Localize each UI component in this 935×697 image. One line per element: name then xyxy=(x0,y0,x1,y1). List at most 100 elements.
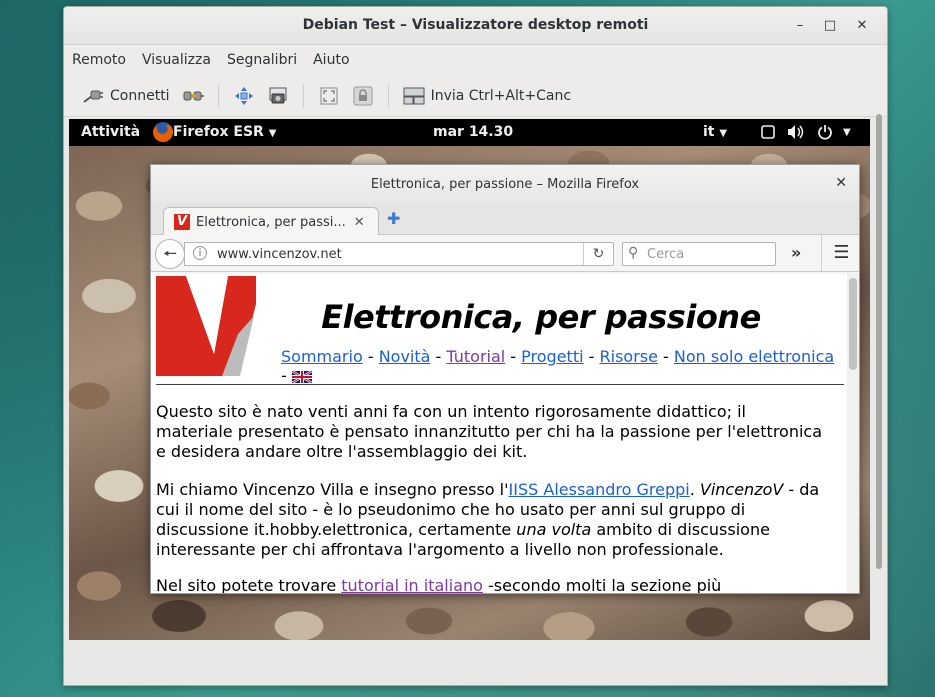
remote-screen[interactable]: Attività Firefox ESR ▼ mar 14.30 it ▼ ▼ … xyxy=(69,119,870,640)
viewer-menubar: Remoto Visualizza Segnalibri Aiuto xyxy=(64,45,887,75)
nav-link-progetti[interactable]: Progetti xyxy=(521,347,583,366)
maximize-icon[interactable]: □ xyxy=(820,16,840,36)
nav-link-risorse[interactable]: Risorse xyxy=(600,347,658,366)
nav-separator: - xyxy=(362,347,379,366)
nav-link-novita[interactable]: Novità xyxy=(379,347,431,366)
page-title: Elettronica, per passione xyxy=(321,298,761,336)
new-tab-icon[interactable]: ✚ xyxy=(387,209,400,228)
unplug-icon xyxy=(182,85,204,107)
app-menu-button[interactable]: Firefox ESR ▼ xyxy=(173,124,276,140)
hamburger-menu-icon[interactable]: ☰ xyxy=(821,235,859,272)
web-page-content[interactable]: Elettronica, per passione Sommario - Nov… xyxy=(151,274,849,594)
contents-paragraph: Nel sito potete trovare tutorial in ital… xyxy=(156,576,826,594)
grab-keys-button[interactable] xyxy=(346,81,380,111)
firefox-window: Elettronica, per passione – Mozilla Fire… xyxy=(150,164,860,594)
intro-paragraph: Questo sito è nato venti anni fa con un … xyxy=(156,402,823,461)
back-button[interactable]: 🠔 xyxy=(155,239,185,269)
url-value: www.vincenzov.net xyxy=(217,247,342,262)
tab-active[interactable]: V Elettronica, per passi... ✕ xyxy=(163,207,379,236)
keyboard-icon xyxy=(403,85,425,107)
minimize-icon[interactable]: – xyxy=(790,16,810,36)
page-scrollbar[interactable] xyxy=(847,274,859,593)
nav-link-sommario[interactable]: Sommario xyxy=(281,347,363,366)
viewer-scrollbar-thumb[interactable] xyxy=(876,114,882,569)
about-paragraph: Mi chiamo Vincenzo Villa e insegno press… xyxy=(156,480,826,560)
viewer-title: Debian Test – Visualizzatore desktop rem… xyxy=(302,17,649,33)
contents-text-1: Nel sito potete trovare xyxy=(156,576,342,594)
connect-button[interactable]: Connetti xyxy=(76,81,176,111)
close-icon[interactable]: ✕ xyxy=(852,16,872,36)
firefox-window-title: Elettronica, per passione – Mozilla Fire… xyxy=(370,177,640,192)
toolbar-separator xyxy=(217,83,219,108)
menu-remoto[interactable]: Remoto xyxy=(72,52,126,68)
page-scrollbar-thumb[interactable] xyxy=(849,278,857,370)
camera-icon xyxy=(267,85,289,107)
school-link[interactable]: IISS Alessandro Greppi xyxy=(509,480,690,499)
remote-viewer-window: Debian Test – Visualizzatore desktop rem… xyxy=(63,6,888,686)
window-icon[interactable] xyxy=(761,125,775,143)
send-keys-button[interactable]: Invia Ctrl+Alt+Canc xyxy=(397,81,577,111)
input-source-button[interactable]: it ▼ xyxy=(703,124,727,140)
close-icon[interactable]: ✕ xyxy=(835,175,847,191)
site-navigation: Sommario - Novità - Tutorial - Progetti … xyxy=(281,347,841,387)
search-icon: ⚲ xyxy=(628,245,639,261)
reload-icon[interactable]: ↻ xyxy=(583,243,613,265)
fullscreen-icon xyxy=(318,85,340,107)
favicon-icon: V xyxy=(174,214,190,230)
about-italic-2: una volta xyxy=(516,520,592,539)
overflow-chevron-icon[interactable]: » xyxy=(791,243,801,262)
viewer-scrollbar[interactable] xyxy=(874,112,884,572)
navigation-bar: i www.vincenzov.net ↻ 🠔 ⚲ Cerca » ☰ xyxy=(151,235,859,272)
chevron-down-icon[interactable]: ▼ xyxy=(843,127,851,138)
input-language: it xyxy=(703,124,715,140)
url-bar[interactable]: i www.vincenzov.net ↻ xyxy=(184,242,614,266)
about-text-1: Mi chiamo Vincenzo Villa e insegno press… xyxy=(156,480,509,499)
scroll-mode-button[interactable] xyxy=(227,81,261,111)
nav-link-tutorial[interactable]: Tutorial xyxy=(446,347,505,366)
tab-close-icon[interactable]: ✕ xyxy=(354,215,365,230)
move-arrows-icon xyxy=(233,85,255,107)
nav-separator: - xyxy=(281,366,292,385)
nav-link-non-solo-elettronica[interactable]: Non solo elettronica xyxy=(674,347,834,366)
app-menu-label: Firefox ESR xyxy=(173,124,264,140)
viewer-toolbar: Connetti Invia Ctrl+Alt+Canc xyxy=(64,75,887,117)
clock[interactable]: mar 14.30 xyxy=(433,124,513,140)
gnome-top-bar: Attività Firefox ESR ▼ mar 14.30 it ▼ ▼ xyxy=(69,119,870,146)
toolbar-separator xyxy=(302,83,304,108)
info-icon[interactable]: i xyxy=(193,246,207,260)
arrow-left-icon: 🠔 xyxy=(162,244,177,263)
screenshot-button[interactable] xyxy=(261,81,295,111)
activities-button[interactable]: Attività xyxy=(81,124,140,140)
lock-icon xyxy=(352,85,374,107)
menu-aiuto[interactable]: Aiuto xyxy=(313,52,349,68)
toolbar-separator xyxy=(387,83,389,108)
viewer-bottom-area xyxy=(64,640,887,685)
viewer-titlebar[interactable]: Debian Test – Visualizzatore desktop rem… xyxy=(64,7,887,45)
disconnect-button[interactable] xyxy=(176,81,210,111)
plug-icon xyxy=(82,85,104,107)
connect-label: Connetti xyxy=(110,87,170,104)
nav-separator: - xyxy=(583,347,600,366)
send-keys-label: Invia Ctrl+Alt+Canc xyxy=(430,87,572,104)
tab-strip: V Elettronica, per passi... ✕ ✚ xyxy=(151,203,859,236)
volume-icon[interactable] xyxy=(787,124,805,144)
menu-visualizza[interactable]: Visualizza xyxy=(142,52,211,68)
chevron-down-icon: ▼ xyxy=(719,128,728,139)
power-icon[interactable] xyxy=(817,124,833,144)
tutorial-link[interactable]: tutorial in italiano xyxy=(341,576,483,593)
search-placeholder: Cerca xyxy=(647,247,685,262)
menu-segnalibri[interactable]: Segnalibri xyxy=(227,52,297,68)
nav-separator: - xyxy=(657,347,674,366)
nav-separator: - xyxy=(430,347,447,366)
firefox-titlebar[interactable]: Elettronica, per passione – Mozilla Fire… xyxy=(151,165,859,203)
tab-label: Elettronica, per passi... xyxy=(196,214,346,230)
nav-separator: - xyxy=(505,347,522,366)
chevron-down-icon: ▼ xyxy=(268,128,277,139)
search-input[interactable]: ⚲ Cerca xyxy=(622,242,776,266)
fullscreen-button[interactable] xyxy=(312,81,346,111)
site-logo xyxy=(156,276,256,376)
divider xyxy=(156,384,844,385)
about-text-2: . xyxy=(689,480,700,499)
about-italic-1: VincenzoV xyxy=(699,480,784,499)
firefox-logo-icon xyxy=(151,119,175,149)
